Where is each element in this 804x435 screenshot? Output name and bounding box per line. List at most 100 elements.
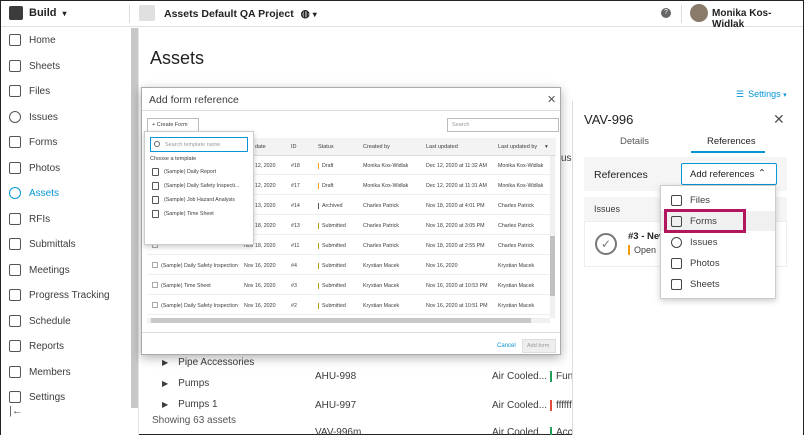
template-search-input[interactable]: Search template name: [150, 137, 248, 152]
sidebar-item-files[interactable]: Files: [1, 80, 131, 102]
sidebar-item-photos[interactable]: Photos: [1, 157, 131, 179]
table-cell-date: Nov 16, 2020: [244, 263, 276, 269]
add-form-button[interactable]: Add form: [522, 339, 556, 353]
template-item[interactable]: (Sample) Time Sheet: [152, 210, 214, 218]
progress-icon: [9, 289, 21, 301]
sidebar-item-submittals[interactable]: Submittals: [1, 233, 131, 255]
tree-item[interactable]: ▶ Pumps: [162, 378, 209, 389]
template-item[interactable]: (Sample) Job Hazard Analysis: [152, 196, 235, 204]
table-cell-updated-by: Monika Kos-Widlak: [498, 163, 544, 169]
sliders-icon: ☰: [736, 89, 745, 99]
choose-template-label: Choose a template: [150, 156, 197, 162]
table-cell-status: Submitted: [318, 243, 346, 249]
column-fragment: us: [561, 153, 572, 164]
sidebar-item-reports[interactable]: Reports: [1, 335, 131, 357]
row-checkbox[interactable]: [152, 302, 158, 308]
column-header[interactable]: Last updated by: [498, 144, 537, 150]
sort-icon[interactable]: ▾: [545, 144, 548, 150]
sidebar-item-label: Sheets: [29, 60, 61, 72]
active-tab-indicator: [691, 151, 765, 153]
tree-item[interactable]: ▶ Pipe Accessories: [162, 357, 254, 368]
column-header[interactable]: ID: [291, 144, 297, 150]
sidebar: Home Sheets Files Issues Forms Photos As…: [1, 28, 139, 435]
table-cell-created-by: Monika Kos-Widlak: [363, 183, 409, 189]
asset-name[interactable]: AHU-998: [315, 371, 356, 382]
table-cell-updated-by: Krystian Macek: [498, 303, 535, 309]
asset-name[interactable]: VAV-996m: [315, 427, 361, 435]
create-form-button[interactable]: + Create Form: [147, 118, 199, 132]
menu-item-photos[interactable]: Photos: [661, 253, 775, 273]
sidebar-item-meetings[interactable]: Meetings: [1, 259, 131, 281]
user-name[interactable]: Monika Kos-Widlak: [712, 8, 803, 30]
sidebar-item-schedule[interactable]: Schedule: [1, 310, 131, 332]
menu-item-issues[interactable]: Issues: [661, 232, 775, 252]
menu-item-files[interactable]: Files: [661, 190, 775, 210]
table-cell-updated-by: Charles Patrick: [498, 223, 534, 229]
sidebar-item-label: Members: [29, 366, 71, 378]
template-item[interactable]: (Sample) Daily Report: [152, 168, 216, 176]
table-row[interactable]: (Sample) Time Sheet Nov 16, 2020 #3 Submitt…: [147, 276, 550, 295]
sidebar-item-home[interactable]: Home: [1, 29, 131, 51]
table-cell-id: #11: [291, 243, 300, 249]
close-icon[interactable]: ✕: [547, 93, 556, 106]
tab-details[interactable]: Details: [620, 136, 649, 147]
tab-references[interactable]: References: [707, 136, 756, 147]
table-cell-updated-by: Charles Patrick: [498, 203, 534, 209]
menu-item-sheets[interactable]: Sheets: [661, 274, 775, 294]
table-cell-id: #2: [291, 303, 297, 309]
table-cell-updated: Nov 16, 2020 at 10:53 PM: [426, 283, 488, 289]
scrollbar-thumb[interactable]: [151, 318, 531, 323]
horizontal-scrollbar[interactable]: [147, 318, 550, 323]
caret-right-icon: ▶: [162, 379, 169, 388]
caret-right-icon: ▶: [162, 400, 169, 409]
column-header[interactable]: Created by: [363, 144, 390, 150]
tree-item[interactable]: ▶ Pumps 1: [162, 399, 218, 410]
form-icon: [152, 196, 159, 204]
asset-name[interactable]: AHU-997: [315, 400, 356, 411]
column-header[interactable]: Last updated: [426, 144, 458, 150]
table-cell-id: #3: [291, 283, 297, 289]
table-row[interactable]: (Sample) Daily Safety Inspection Nov 16, …: [147, 256, 550, 275]
table-cell-updated: Nov 16, 2020: [426, 263, 458, 269]
sidebar-item-forms[interactable]: Forms: [1, 131, 131, 153]
sidebar-scrollbar[interactable]: [131, 28, 138, 408]
row-checkbox[interactable]: [152, 282, 158, 288]
top-bar: Build ▾ Assets Default QA Project ◍ ▾ ? …: [1, 1, 803, 30]
column-header[interactable]: Status: [318, 144, 334, 150]
table-cell-id: #4: [291, 263, 297, 269]
sidebar-item-label: Meetings: [29, 264, 70, 276]
sidebar-item-members[interactable]: Members: [1, 361, 131, 383]
table-cell-updated: Nov 16, 2020 at 10:51 PM: [426, 303, 488, 309]
app-switcher[interactable]: Build ▾: [9, 6, 67, 20]
sidebar-item-progress-tracking[interactable]: Progress Tracking: [1, 284, 131, 306]
sidebar-item-issues[interactable]: Issues: [1, 106, 131, 128]
status-badge: ffffff: [550, 400, 572, 411]
annotation-highlight-box: [664, 209, 746, 233]
close-icon[interactable]: ✕: [773, 111, 785, 128]
sidebar-item-sheets[interactable]: Sheets: [1, 55, 131, 77]
add-references-button[interactable]: Add references ⌃: [681, 163, 777, 185]
template-item[interactable]: (Sample) Daily Safety Inspecti...: [152, 182, 239, 190]
collapse-sidebar-icon[interactable]: |←: [9, 405, 23, 417]
settings-icon: [9, 391, 21, 403]
settings-link[interactable]: ☰ Settings ▾: [736, 89, 787, 100]
sidebar-item-label: Files: [29, 85, 51, 97]
row-checkbox[interactable]: [152, 262, 158, 268]
sidebar-item-assets[interactable]: Assets: [1, 182, 131, 204]
references-label: References: [594, 169, 648, 181]
help-icon[interactable]: ?: [661, 8, 671, 18]
avatar[interactable]: [690, 4, 708, 22]
divider: [129, 5, 130, 23]
search-input[interactable]: Search: [447, 118, 559, 132]
tree-item-label: Pipe Accessories: [178, 357, 255, 368]
cancel-button[interactable]: Cancel: [497, 343, 516, 349]
sidebar-item-rfis[interactable]: RFIs: [1, 208, 131, 230]
scrollbar-thumb[interactable]: [550, 236, 555, 296]
sidebar-item-label: Issues: [29, 111, 58, 123]
sidebar-item-label: Assets: [29, 187, 60, 199]
sidebar-item-label: Forms: [29, 136, 58, 148]
issue-status: Open: [628, 245, 656, 255]
table-row[interactable]: (Sample) Daily Safety Inspection Nov 16, …: [147, 296, 550, 315]
project-selector[interactable]: Assets Default QA Project ◍ ▾: [164, 8, 317, 20]
vertical-scrollbar[interactable]: [550, 156, 555, 318]
